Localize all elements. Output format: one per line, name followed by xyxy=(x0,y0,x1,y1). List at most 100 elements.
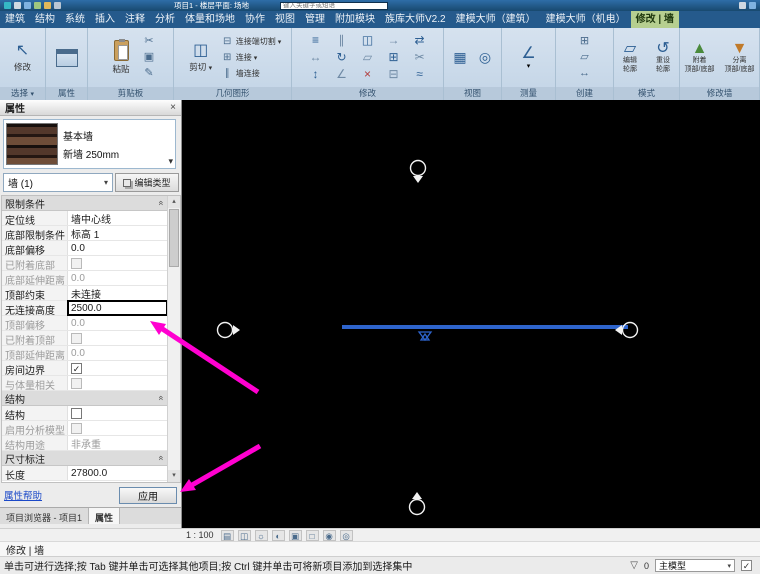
tab-annotate[interactable]: 注释 xyxy=(120,11,150,28)
tab-architecture[interactable]: 建筑 xyxy=(0,11,30,28)
offset-icon[interactable]: ∥ xyxy=(329,32,355,49)
tab-analyze[interactable]: 分析 xyxy=(150,11,180,28)
section-dimensions[interactable]: 尺寸标注 « xyxy=(2,451,167,466)
crop-region-visibility-icon[interactable]: □ xyxy=(305,529,319,541)
property-row-location-line[interactable]: 定位线 墙中心线 xyxy=(2,211,167,226)
scrollbar[interactable]: ▴ ▾ xyxy=(167,196,180,482)
wall-flip-control[interactable] xyxy=(417,331,433,342)
pin-icon[interactable]: ∠ xyxy=(329,66,355,83)
tab-systems[interactable]: 系统 xyxy=(60,11,90,28)
save-icon[interactable] xyxy=(14,2,21,9)
align-icon[interactable]: ≡ xyxy=(303,32,329,49)
move-icon[interactable]: → xyxy=(381,32,407,49)
apply-button[interactable]: 应用 xyxy=(119,486,177,504)
join-button[interactable]: ⊞ 连接 ▾ xyxy=(221,50,282,65)
instance-filter-combo[interactable]: 墙 (1) ▾ xyxy=(3,173,113,192)
sun-path-icon[interactable]: ☼ xyxy=(254,529,268,541)
scale-icon[interactable]: ▱ xyxy=(355,49,381,66)
mirror-icon[interactable]: ◫ xyxy=(355,32,381,49)
shadows-icon[interactable]: ◐ xyxy=(271,529,285,541)
property-row-top-constraint[interactable]: 顶部约束 未连接 xyxy=(2,286,167,301)
edit-profile-button[interactable]: ▱ 编辑 轮廓 xyxy=(615,31,645,85)
close-icon[interactable]: × xyxy=(170,102,176,113)
unconnected-height-field[interactable]: 2500.0 xyxy=(67,300,167,316)
detach-top-base-button[interactable]: ▼ 分离 顶部/底部 xyxy=(721,31,758,85)
create-group-icon[interactable]: ⊞ xyxy=(577,34,593,49)
redo-icon[interactable] xyxy=(34,2,41,9)
tab-project-browser[interactable]: 项目浏览器 - 项目1 xyxy=(0,508,90,524)
tab-insert[interactable]: 插入 xyxy=(90,11,120,28)
section-constraints[interactable]: 限制条件 « xyxy=(2,196,167,211)
design-option-select[interactable]: 主模型 ▾ xyxy=(655,559,735,572)
property-row-length[interactable]: 长度 27800.0 xyxy=(2,466,167,481)
tab-addins[interactable]: 附加模块 xyxy=(330,11,380,28)
panel-name-measure[interactable]: 测量 xyxy=(502,87,555,100)
trim-icon[interactable]: ↕ xyxy=(303,66,329,83)
match-properties-icon[interactable]: ≈ xyxy=(407,66,433,83)
collapse-chevron-icon[interactable]: « xyxy=(156,200,166,205)
tab-collaborate[interactable]: 协作 xyxy=(240,11,270,28)
app-menu-icon[interactable] xyxy=(4,2,11,9)
print-icon[interactable] xyxy=(44,2,51,9)
thin-lines-icon[interactable]: ▦ xyxy=(449,49,471,66)
match-type-icon[interactable]: ✎ xyxy=(141,66,157,81)
temporary-hide-isolate-icon[interactable]: ◉ xyxy=(322,529,336,541)
panel-name-view[interactable]: 视图 xyxy=(444,87,501,100)
tab-view[interactable]: 视图 xyxy=(270,11,300,28)
view-scale[interactable]: 1 : 100 xyxy=(186,530,214,540)
panel-name-clipboard[interactable]: 剪贴板 xyxy=(88,87,173,100)
property-row-room-bounding[interactable]: 房间边界 ✓ xyxy=(2,361,167,376)
rotate-icon[interactable]: ↻ xyxy=(329,49,355,66)
scroll-up-icon[interactable]: ▴ xyxy=(168,196,180,208)
property-row-structural[interactable]: 结构 xyxy=(2,406,167,421)
chevron-down-icon[interactable]: ▾ xyxy=(168,156,173,167)
property-row-base-offset[interactable]: 底部偏移 0.0 xyxy=(2,241,167,256)
split-icon[interactable]: ✂ xyxy=(407,49,433,66)
delete-icon[interactable]: × xyxy=(355,66,381,83)
panel-name-geometry[interactable]: 几何图形 xyxy=(174,87,291,100)
panel-name-create[interactable]: 创建 xyxy=(556,87,613,100)
copy-icon[interactable]: ▣ xyxy=(141,50,157,65)
undo-icon[interactable] xyxy=(24,2,31,9)
tab-modify-wall[interactable]: 修改 | 墙 xyxy=(630,11,679,28)
panel-name-properties[interactable]: 属性 xyxy=(46,87,87,100)
elevation-marker-south[interactable] xyxy=(408,492,426,516)
paste-button[interactable]: 粘贴 xyxy=(104,31,138,85)
checkbox[interactable] xyxy=(71,407,82,419)
elevation-marker-east[interactable] xyxy=(615,321,639,339)
panel-name-modify[interactable]: 修改 xyxy=(292,87,443,100)
tab-manage[interactable]: 管理 xyxy=(300,11,330,28)
properties-help-link[interactable]: 属性帮助 xyxy=(4,488,42,502)
crop-view-icon[interactable]: ▣ xyxy=(288,529,302,541)
tab-massing-site[interactable]: 体量和场地 xyxy=(180,11,240,28)
panel-name-select[interactable]: 选择 ▾ xyxy=(0,87,45,100)
section-structural[interactable]: 结构 « xyxy=(2,391,167,406)
help-icon[interactable] xyxy=(749,2,756,9)
panel-name-mode[interactable]: 模式 xyxy=(614,87,679,100)
properties-button[interactable] xyxy=(50,31,84,85)
elevation-marker-west[interactable] xyxy=(216,321,241,339)
search-input[interactable] xyxy=(280,1,389,10)
measure-button[interactable]: ∠ ▾ xyxy=(512,31,546,85)
checkbox-checked[interactable]: ✓ xyxy=(71,362,82,374)
create-similar-icon[interactable]: ▱ xyxy=(577,50,593,65)
scroll-thumb[interactable] xyxy=(169,209,179,267)
unpin-icon[interactable]: ⊟ xyxy=(381,66,407,83)
tab-family-master[interactable]: 族库大师V2.2 xyxy=(380,11,451,28)
wall-joins-button[interactable]: ∥ 墙连接 xyxy=(221,66,282,81)
tab-structure[interactable]: 结构 xyxy=(30,11,60,28)
editable-only-checkbox[interactable]: ✓ xyxy=(741,560,752,571)
cut-geometry-button[interactable]: ◫ 剪切 ▾ xyxy=(184,31,218,85)
array-icon[interactable]: ⊞ xyxy=(381,49,407,66)
reveal-hidden-elements-icon[interactable]: ◎ xyxy=(339,529,353,541)
scroll-down-icon[interactable]: ▾ xyxy=(168,470,180,482)
attach-top-base-button[interactable]: ▲ 附着 顶部/底部 xyxy=(681,31,718,85)
copy-tool-icon[interactable]: ⇄ xyxy=(407,32,433,49)
collapse-chevron-icon[interactable]: « xyxy=(156,395,166,400)
property-row-base-constraint[interactable]: 底部限制条件 标高 1 xyxy=(2,226,167,241)
tab-properties[interactable]: 属性 xyxy=(89,508,121,524)
reset-profile-button[interactable]: ↺ 重设 轮廓 xyxy=(648,31,678,85)
create-dimension-icon[interactable]: ↔ xyxy=(577,66,593,81)
cut-icon[interactable]: ✂ xyxy=(141,34,157,49)
tab-modeling-master-mep[interactable]: 建模大师（机电） xyxy=(541,11,631,28)
